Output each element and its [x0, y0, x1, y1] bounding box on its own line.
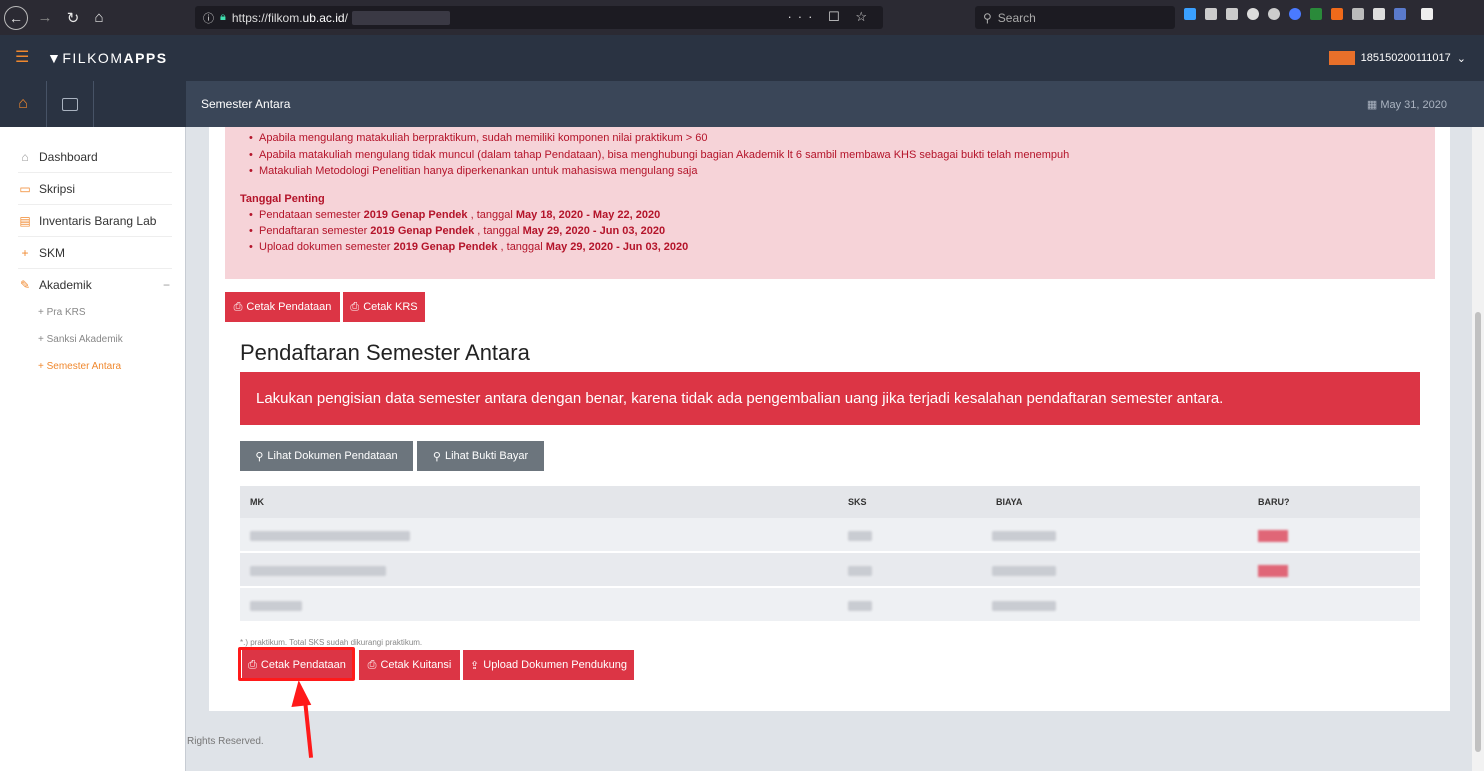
search-icon: ⚲ — [255, 450, 264, 463]
menu-icon[interactable] — [1421, 8, 1433, 20]
table-row — [240, 588, 1420, 622]
home-button-icon[interactable]: ⌂ — [88, 7, 110, 29]
redacted-badge — [1258, 530, 1288, 542]
sidebar-subitem-pra-krs[interactable]: + Pra KRS — [38, 307, 86, 318]
column-header: BARU? — [1258, 497, 1290, 507]
print-icon: ⎙ — [367, 658, 377, 671]
table-row — [240, 553, 1420, 587]
sub-header: ⌂ Semester Antara ▦ May 31, 2020 — [0, 81, 1484, 127]
table-row — [240, 518, 1420, 552]
window-icon[interactable] — [47, 81, 94, 127]
lihat-bukti-button[interactable]: ⚲ Lihat Bukti Bayar — [417, 441, 544, 471]
page-actions[interactable]: ··· ☐ ☆ — [787, 9, 873, 25]
reload-icon[interactable]: ↻ — [62, 7, 84, 29]
lihat-dokumen-button[interactable]: ⚲ Lihat Dokumen Pendataan — [240, 441, 413, 471]
calendar-icon: ▦ — [1366, 99, 1381, 111]
home-icon: ⌂ — [21, 149, 29, 164]
column-header: SKS — [848, 497, 867, 507]
upload-icon: ⇪ — [470, 659, 480, 672]
folder-icon: ▭ — [19, 181, 31, 196]
chevron-down-icon: ⌄ — [1456, 52, 1466, 65]
notice-panel: Apabila mengulang matakuliah berpraktiku… — [225, 127, 1435, 279]
browser-search-input[interactable]: ⚲ Search — [975, 6, 1175, 29]
url-redacted — [351, 10, 450, 25]
extension-icon[interactable] — [1268, 8, 1280, 20]
download-icon[interactable] — [1184, 8, 1196, 20]
edit-icon: ✎ — [19, 278, 31, 292]
lock-icon: 🔒︎ — [220, 11, 226, 23]
back-icon[interactable]: ← — [4, 5, 28, 30]
table-header: MK SKS BIAYA BARU? — [240, 486, 1420, 518]
sidebar-item-dashboard[interactable]: ⌂ Dashboard — [18, 141, 172, 173]
user-menu[interactable]: 185150200111017 ⌄ — [1328, 51, 1466, 65]
current-date: ▦ May 31, 2020 — [1366, 99, 1447, 111]
cetak-krs-button[interactable]: ⎙ Cetak KRS — [343, 292, 425, 322]
sidebar-subitem-semester-antara[interactable]: + Semester Antara — [38, 361, 121, 372]
annotation-highlight — [238, 647, 355, 681]
cetak-kuitansi-button[interactable]: ⎙ Cetak Kuitansi — [359, 650, 460, 680]
date-item: Pendataan semester 2019 Genap Pendek , t… — [249, 209, 660, 221]
sidebar-subitem-sanksi[interactable]: + Sanksi Akademik — [38, 334, 123, 345]
extension-icon[interactable] — [1289, 8, 1301, 20]
redacted-cell — [250, 566, 386, 576]
scrollbar-thumb[interactable] — [1475, 312, 1481, 752]
redacted-cell — [250, 531, 410, 541]
annotation-arrow-icon — [288, 679, 312, 707]
search-icon: ⚲ — [983, 10, 992, 25]
column-header: MK — [250, 497, 264, 507]
sidebar-toggle-icon[interactable] — [1226, 8, 1238, 20]
redacted-cell — [848, 566, 872, 576]
redacted-cell — [992, 601, 1056, 611]
plus-icon: + — [21, 245, 29, 260]
redacted-cell — [992, 566, 1056, 576]
user-id: 185150200111017 — [1360, 52, 1451, 64]
sidebar-item-skripsi[interactable]: ▭ Skripsi — [18, 173, 172, 205]
notice-bullet: Apabila mengulang matakuliah berpraktiku… — [249, 132, 707, 144]
search-icon: ⚲ — [432, 450, 441, 463]
extension-icon[interactable] — [1394, 8, 1406, 20]
info-icon: ⓘ — [203, 12, 214, 25]
avatar — [1328, 51, 1355, 65]
redacted-badge — [1258, 565, 1288, 577]
notice-bullet: Matakuliah Metodologi Penelitian hanya d… — [249, 165, 697, 177]
shield-icon[interactable] — [1352, 8, 1364, 20]
sidebar-item-skm[interactable]: + SKM — [18, 237, 172, 269]
extension-icons — [1184, 8, 1433, 20]
app-logo[interactable]: ▼FILKOMAPPS — [47, 50, 168, 66]
print-icon: ⎙ — [350, 300, 360, 313]
account-icon[interactable] — [1247, 8, 1259, 20]
warning-alert: Lakukan pengisian data semester antara d… — [240, 372, 1420, 425]
library-icon[interactable] — [1205, 8, 1217, 20]
collapse-icon[interactable]: − — [163, 278, 170, 292]
upload-dokumen-button[interactable]: ⇪ Upload Dokumen Pendukung — [463, 650, 634, 680]
sidebar-item-akademik[interactable]: ✎ Akademik − — [18, 269, 172, 301]
important-dates-title: Tanggal Penting — [240, 193, 325, 205]
sidebar-item-inventaris[interactable]: ▤ Inventaris Barang Lab — [18, 205, 172, 237]
redacted-cell — [992, 531, 1056, 541]
extension-icon[interactable] — [1310, 8, 1322, 20]
extension-icon[interactable] — [1331, 8, 1343, 20]
url-text: https://filkom.ub.ac.id/ — [231, 10, 348, 25]
hamburger-menu-icon[interactable]: ☰ — [15, 50, 29, 66]
forward-icon[interactable]: → — [34, 7, 56, 29]
sidebar: ⌂ Dashboard ▭ Skripsi ▤ Inventaris Baran… — [0, 127, 186, 771]
app-header: ☰ ▼FILKOMAPPS 185150200111017 ⌄ — [0, 35, 1484, 81]
date-item: Upload dokumen semester 2019 Genap Pende… — [249, 241, 688, 253]
address-bar[interactable]: ⓘ 🔒︎ https://filkom.ub.ac.id/ ··· ☐ ☆ — [195, 6, 883, 29]
section-title: Pendaftaran Semester Antara — [240, 340, 530, 365]
redacted-cell — [250, 601, 302, 611]
box-icon: ▤ — [19, 213, 31, 228]
footer-copyright: Rights Reserved. — [187, 736, 264, 747]
page-title: Semester Antara — [201, 97, 291, 111]
table-footnote: *.) praktikum. Total SKS sudah dikurangi… — [240, 638, 423, 647]
extension-icon[interactable] — [1373, 8, 1385, 20]
cetak-pendataan-top-button[interactable]: ⎙ Cetak Pendataan — [225, 292, 340, 322]
notice-bullet: Apabila matakuliah mengulang tidak muncu… — [249, 149, 1069, 161]
column-header: BIAYA — [996, 497, 1023, 507]
redacted-cell — [848, 531, 872, 541]
date-item: Pendaftaran semester 2019 Genap Pendek ,… — [249, 225, 665, 237]
redacted-cell — [848, 601, 872, 611]
home-icon[interactable]: ⌂ — [0, 81, 47, 127]
print-icon: ⎙ — [233, 300, 243, 313]
